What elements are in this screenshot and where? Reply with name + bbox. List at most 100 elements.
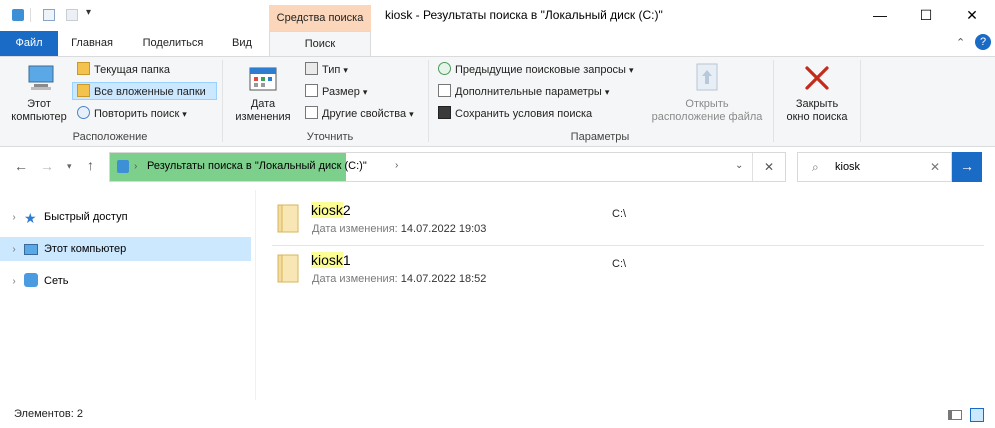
- date-modified-label-2: изменения: [235, 111, 291, 123]
- ribbon-separator: [773, 60, 774, 142]
- date-value: 14.07.2022 19:03: [400, 223, 487, 235]
- save-icon: [438, 106, 451, 119]
- qat-customize-icon[interactable]: ▾: [86, 7, 91, 18]
- date-label: Дата изменения:: [312, 223, 398, 235]
- nav-item-network[interactable]: › Сеть: [0, 269, 251, 293]
- nav-label-quick-access: Быстрый доступ: [44, 211, 128, 223]
- this-pc-button[interactable]: Этот компьютер: [8, 62, 70, 124]
- expand-chevron-icon[interactable]: ›: [4, 238, 24, 262]
- group-label-location: Расположение: [72, 131, 148, 143]
- help-icon[interactable]: ?: [975, 34, 991, 50]
- tab-file[interactable]: Файл: [0, 31, 58, 56]
- calendar-icon: [249, 67, 277, 91]
- collapse-ribbon-icon[interactable]: ⌃: [956, 36, 965, 49]
- network-icon: [24, 273, 38, 287]
- tab-view[interactable]: Вид: [222, 31, 262, 56]
- result-name-match: kiosk: [311, 202, 343, 218]
- search-value[interactable]: kiosk: [835, 161, 860, 173]
- up-arrow-icon[interactable]: ↑: [87, 157, 94, 173]
- breadcrumb-chevron-icon[interactable]: ›: [134, 161, 137, 172]
- result-name-rest: 1: [342, 252, 351, 268]
- result-meta: Дата изменения: 14.07.2022 19:03: [312, 223, 486, 235]
- open-location-icon: [696, 63, 718, 91]
- current-folder-button[interactable]: Текущая папка: [77, 61, 170, 79]
- tab-search[interactable]: Поиск: [269, 31, 371, 57]
- advanced-options-label: Дополнительные параметры: [455, 86, 602, 98]
- advanced-options-button[interactable]: Дополнительные параметры ▾: [438, 83, 609, 101]
- kind-button[interactable]: Тип ▾: [305, 61, 348, 79]
- document-icon: [438, 84, 451, 97]
- other-properties-label: Другие свойства: [322, 108, 407, 120]
- clear-search-icon[interactable]: ✕: [930, 160, 940, 174]
- close-search-button[interactable]: Закрыть окно поиска: [778, 62, 856, 124]
- save-search-button[interactable]: Сохранить условия поиска: [438, 105, 592, 123]
- new-folder-icon[interactable]: [66, 9, 78, 21]
- expand-chevron-icon[interactable]: ›: [4, 270, 24, 294]
- result-name-match: kiosk: [311, 252, 343, 268]
- all-subfolders-button[interactable]: Все вложенные папки: [72, 82, 217, 100]
- open-location-label-2: расположение файла: [651, 111, 763, 123]
- details-view-icon[interactable]: [948, 410, 962, 420]
- address-text[interactable]: Результаты поиска в "Локальный диск (C:)…: [147, 160, 367, 172]
- folder-icon: [277, 204, 299, 233]
- properties-icon[interactable]: [43, 9, 55, 21]
- status-item-count: Элементов: 2: [14, 408, 83, 420]
- address-divider: [752, 153, 753, 181]
- tiles-view-icon[interactable]: [970, 408, 984, 422]
- recent-locations-icon[interactable]: ▾: [67, 161, 72, 172]
- search-results-icon: [117, 160, 129, 173]
- search-input[interactable]: [797, 152, 952, 182]
- date-modified-label-1: Дата: [250, 98, 276, 110]
- result-name-rest: 2: [342, 202, 351, 218]
- qat-separator: [30, 8, 31, 22]
- open-location-label-1: Открыть: [685, 98, 729, 110]
- group-label-refine: Уточнить: [306, 131, 354, 143]
- list-item[interactable]: kiosk1 Дата изменения: 14.07.2022 18:52 …: [272, 246, 984, 292]
- size-button[interactable]: Размер ▾: [305, 83, 367, 101]
- folder-icon: [77, 62, 90, 75]
- nav-item-quick-access[interactable]: › ★ Быстрый доступ: [0, 205, 251, 229]
- recent-searches-icon: [438, 62, 451, 75]
- result-meta: Дата изменения: 14.07.2022 18:52: [312, 273, 486, 285]
- close-search-icon: [805, 66, 829, 90]
- result-path: C:\: [612, 208, 627, 220]
- all-subfolders-label: Все вложенные папки: [94, 86, 206, 98]
- date-value: 14.07.2022 18:52: [400, 273, 487, 285]
- search-go-button[interactable]: →: [952, 152, 982, 182]
- result-name: kiosk2: [311, 202, 351, 218]
- nav-label-this-pc: Этот компьютер: [44, 243, 127, 255]
- date-modified-button[interactable]: Дата изменения: [228, 62, 298, 124]
- date-label: Дата изменения:: [312, 273, 398, 285]
- expand-chevron-icon[interactable]: ›: [4, 206, 24, 230]
- result-name: kiosk1: [311, 252, 351, 268]
- back-arrow-icon[interactable]: ←: [14, 158, 28, 174]
- this-pc-label-1: Этот: [27, 98, 51, 110]
- search-again-button[interactable]: Повторить поиск ▾: [77, 105, 187, 123]
- minimize-button[interactable]: —: [857, 0, 903, 31]
- recent-searches-button[interactable]: Предыдущие поисковые запросы ▾: [438, 61, 634, 79]
- list-item[interactable]: kiosk2 Дата изменения: 14.07.2022 19:03 …: [272, 196, 984, 242]
- size-icon: [305, 84, 318, 97]
- maximize-button[interactable]: ☐: [903, 0, 949, 31]
- cancel-search-icon[interactable]: ✕: [764, 160, 774, 174]
- tab-home[interactable]: Главная: [60, 31, 124, 56]
- result-path: C:\: [612, 258, 627, 270]
- ribbon-separator: [222, 60, 223, 142]
- open-file-location-button[interactable]: Открыть расположение файла: [646, 62, 768, 124]
- context-tab-group: Средства поиска: [269, 5, 371, 31]
- nav-item-this-pc[interactable]: › Этот компьютер: [0, 237, 251, 261]
- folder-icon: [277, 254, 299, 283]
- app-icon: [12, 9, 24, 21]
- forward-arrow-icon[interactable]: →: [40, 158, 54, 174]
- close-button[interactable]: ✕: [949, 0, 995, 31]
- computer-icon: [28, 65, 54, 90]
- nav-label-network: Сеть: [44, 275, 69, 287]
- breadcrumb-chevron-icon[interactable]: ›: [395, 160, 398, 171]
- address-dropdown-icon[interactable]: ⌄: [735, 160, 743, 171]
- tab-share[interactable]: Поделиться: [130, 31, 216, 56]
- ribbon-separator: [428, 60, 429, 142]
- other-properties-button[interactable]: Другие свойства ▾: [305, 105, 414, 123]
- search-again-label: Повторить поиск: [94, 108, 180, 120]
- kind-icon: [305, 62, 318, 75]
- nav-pane-border: [255, 190, 256, 400]
